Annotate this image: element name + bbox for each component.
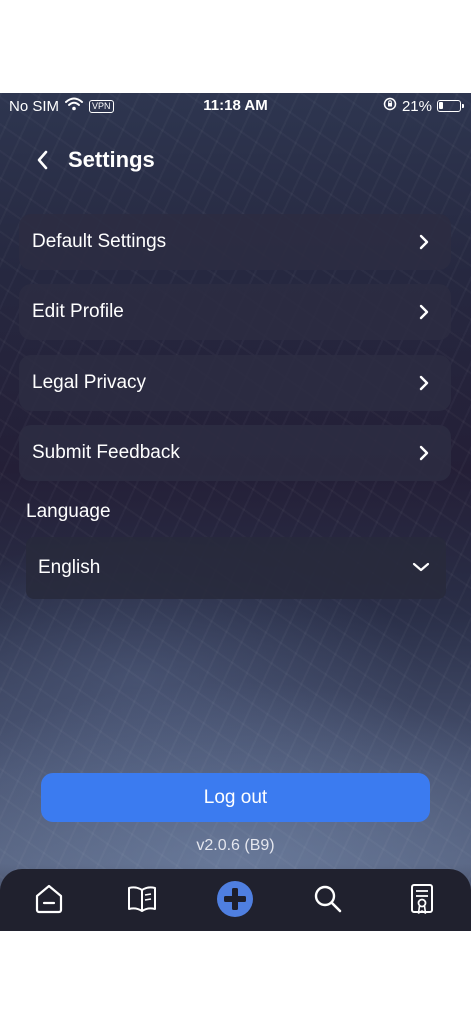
- add-icon: [217, 881, 253, 917]
- header: Settings: [0, 143, 471, 177]
- battery-icon: [437, 100, 464, 112]
- settings-screen: No SIM VPN 11:18 AM 21% Settings Default…: [0, 93, 471, 931]
- chevron-right-icon: [419, 445, 429, 461]
- tab-home[interactable]: [29, 879, 69, 919]
- book-icon: [128, 886, 156, 912]
- tab-certificates[interactable]: [402, 879, 442, 919]
- chevron-left-icon: [37, 150, 48, 170]
- tab-add[interactable]: [215, 879, 255, 919]
- status-right: 21%: [383, 97, 464, 115]
- tab-search[interactable]: [308, 879, 348, 919]
- chevron-right-icon: [419, 375, 429, 391]
- menu-item-label: Submit Feedback: [32, 442, 180, 463]
- language-selected-value: English: [38, 557, 101, 578]
- menu-item-legal-privacy[interactable]: Legal Privacy: [19, 355, 451, 411]
- menu-item-edit-profile[interactable]: Edit Profile: [19, 284, 451, 340]
- tab-library[interactable]: [122, 879, 162, 919]
- chevron-down-icon: [412, 562, 430, 572]
- page-title: Settings: [68, 147, 155, 172]
- search-icon: [314, 885, 342, 913]
- menu-item-default-settings[interactable]: Default Settings: [19, 214, 451, 270]
- chevron-right-icon: [419, 234, 429, 250]
- home-icon: [35, 884, 63, 914]
- battery-percent: 21%: [401, 97, 432, 115]
- chevron-right-icon: [419, 304, 429, 320]
- menu-item-label: Edit Profile: [32, 301, 124, 322]
- app-version: v2.0.6 (B9): [196, 837, 275, 854]
- back-button[interactable]: [30, 147, 54, 173]
- status-bar: No SIM VPN 11:18 AM 21%: [0, 93, 471, 119]
- language-select[interactable]: English: [26, 537, 446, 599]
- certificate-icon: [411, 884, 433, 914]
- menu-item-label: Legal Privacy: [32, 372, 147, 393]
- menu-item-label: Default Settings: [32, 231, 167, 252]
- orientation-lock-icon: [383, 97, 397, 115]
- battery-level: [439, 102, 443, 109]
- logout-button[interactable]: Log out: [41, 773, 430, 822]
- language-label: Language: [26, 501, 111, 522]
- tab-bar: [0, 869, 471, 931]
- menu-item-submit-feedback[interactable]: Submit Feedback: [19, 425, 451, 481]
